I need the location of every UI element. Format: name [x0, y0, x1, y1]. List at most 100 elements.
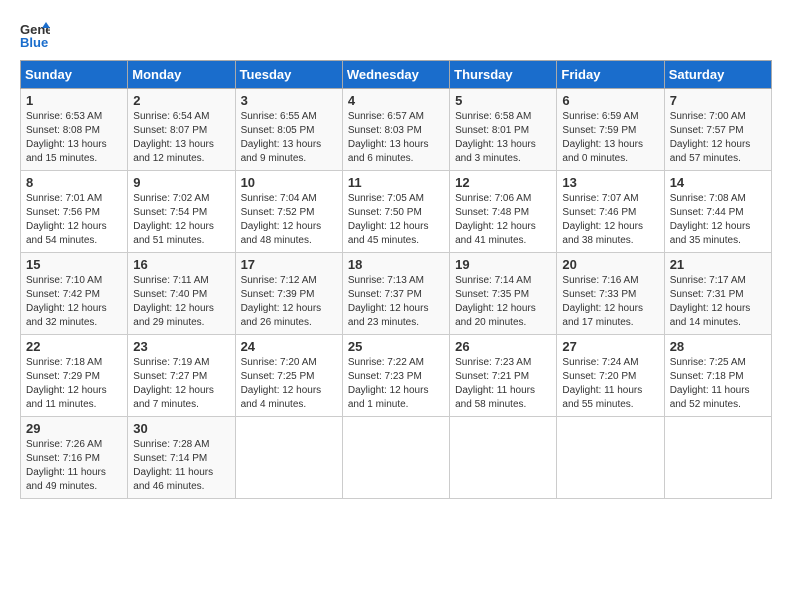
day-of-week-header: Saturday — [664, 61, 771, 89]
calendar-week-row: 29 Sunrise: 7:26 AM Sunset: 7:16 PM Dayli… — [21, 417, 772, 499]
day-info: Sunrise: 7:14 AM Sunset: 7:35 PM Dayligh… — [455, 274, 551, 330]
calendar-cell: 18 Sunrise: 7:13 AM Sunset: 7:37 PM Dayli… — [342, 253, 449, 335]
calendar-cell: 24Sunrise: 7:20 AM Sunset: 7:25 PM Dayli… — [235, 335, 342, 417]
day-number: 11 — [348, 175, 444, 190]
calendar-cell — [664, 417, 771, 499]
day-number: 22 — [26, 339, 122, 354]
calendar-cell: 4 Sunrise: 6:57 AM Sunset: 8:03 PM Daylig… — [342, 89, 449, 171]
day-info: Sunrise: 7:08 AM Sunset: 7:44 PM Dayligh… — [670, 192, 766, 248]
day-info: Sunrise: 7:05 AM Sunset: 7:50 PM Dayligh… — [348, 192, 444, 248]
day-info: Sunrise: 7:16 AM Sunset: 7:33 PM Dayligh… — [562, 274, 658, 330]
day-number: 3 — [241, 93, 337, 108]
day-number: 4 — [348, 93, 444, 108]
day-of-week-header: Friday — [557, 61, 664, 89]
day-info: Sunrise: 6:54 AM Sunset: 8:07 PM Dayligh… — [133, 110, 229, 166]
svg-text:Blue: Blue — [20, 35, 48, 50]
day-number: 29 — [26, 421, 122, 436]
calendar-cell: 20Sunrise: 7:16 AM Sunset: 7:33 PM Dayli… — [557, 253, 664, 335]
calendar-week-row: 8 Sunrise: 7:01 AM Sunset: 7:56 PM Daylig… — [21, 171, 772, 253]
day-number: 5 — [455, 93, 551, 108]
calendar-cell: 10 Sunrise: 7:04 AM Sunset: 7:52 PM Dayli… — [235, 171, 342, 253]
day-info: Sunrise: 7:13 AM Sunset: 7:37 PM Dayligh… — [348, 274, 444, 330]
calendar-cell: 21Sunrise: 7:17 AM Sunset: 7:31 PM Dayli… — [664, 253, 771, 335]
calendar-week-row: 15 Sunrise: 7:10 AM Sunset: 7:42 PM Dayli… — [21, 253, 772, 335]
calendar-week-row: 22Sunrise: 7:18 AM Sunset: 7:29 PM Dayli… — [21, 335, 772, 417]
day-info: Sunrise: 7:07 AM Sunset: 7:46 PM Dayligh… — [562, 192, 658, 248]
day-info: Sunrise: 7:04 AM Sunset: 7:52 PM Dayligh… — [241, 192, 337, 248]
day-number: 16 — [133, 257, 229, 272]
day-info: Sunrise: 7:17 AM Sunset: 7:31 PM Dayligh… — [670, 274, 766, 330]
calendar-cell — [235, 417, 342, 499]
day-number: 14 — [670, 175, 766, 190]
calendar-cell: 16 Sunrise: 7:11 AM Sunset: 7:40 PM Dayli… — [128, 253, 235, 335]
day-number: 2 — [133, 93, 229, 108]
calendar-cell: 29 Sunrise: 7:26 AM Sunset: 7:16 PM Dayli… — [21, 417, 128, 499]
calendar-cell: 3 Sunrise: 6:55 AM Sunset: 8:05 PM Daylig… — [235, 89, 342, 171]
logo-icon: General Blue — [20, 20, 50, 50]
day-number: 8 — [26, 175, 122, 190]
calendar-cell — [450, 417, 557, 499]
day-number: 27 — [562, 339, 658, 354]
calendar-week-row: 1 Sunrise: 6:53 AM Sunset: 8:08 PM Daylig… — [21, 89, 772, 171]
day-info: Sunrise: 6:55 AM Sunset: 8:05 PM Dayligh… — [241, 110, 337, 166]
day-number: 15 — [26, 257, 122, 272]
calendar-cell: 30 Sunrise: 7:28 AM Sunset: 7:14 PM Dayli… — [128, 417, 235, 499]
calendar-cell — [342, 417, 449, 499]
header: General Blue — [20, 20, 772, 50]
day-of-week-header: Sunday — [21, 61, 128, 89]
logo: General Blue — [20, 20, 54, 50]
day-info: Sunrise: 7:12 AM Sunset: 7:39 PM Dayligh… — [241, 274, 337, 330]
calendar-cell: 14 Sunrise: 7:08 AM Sunset: 7:44 PM Dayli… — [664, 171, 771, 253]
day-info: Sunrise: 7:26 AM Sunset: 7:16 PM Dayligh… — [26, 438, 122, 494]
day-info: Sunrise: 7:10 AM Sunset: 7:42 PM Dayligh… — [26, 274, 122, 330]
day-number: 25 — [348, 339, 444, 354]
day-info: Sunrise: 7:25 AM Sunset: 7:18 PM Dayligh… — [670, 356, 766, 412]
day-info: Sunrise: 7:00 AM Sunset: 7:57 PM Dayligh… — [670, 110, 766, 166]
day-of-week-header: Tuesday — [235, 61, 342, 89]
day-number: 6 — [562, 93, 658, 108]
calendar-cell: 27 Sunrise: 7:24 AM Sunset: 7:20 PM Dayli… — [557, 335, 664, 417]
day-of-week-header: Monday — [128, 61, 235, 89]
day-of-week-header: Thursday — [450, 61, 557, 89]
calendar-table: SundayMondayTuesdayWednesdayThursdayFrid… — [20, 60, 772, 499]
calendar-cell: 12Sunrise: 7:06 AM Sunset: 7:48 PM Dayli… — [450, 171, 557, 253]
calendar-cell: 25 Sunrise: 7:22 AM Sunset: 7:23 PM Dayli… — [342, 335, 449, 417]
calendar-cell: 15 Sunrise: 7:10 AM Sunset: 7:42 PM Dayli… — [21, 253, 128, 335]
day-of-week-header: Wednesday — [342, 61, 449, 89]
calendar-cell: 28 Sunrise: 7:25 AM Sunset: 7:18 PM Dayli… — [664, 335, 771, 417]
day-info: Sunrise: 7:06 AM Sunset: 7:48 PM Dayligh… — [455, 192, 551, 248]
day-number: 19 — [455, 257, 551, 272]
calendar-cell: 26Sunrise: 7:23 AM Sunset: 7:21 PM Dayli… — [450, 335, 557, 417]
day-number: 10 — [241, 175, 337, 190]
calendar-cell: 6 Sunrise: 6:59 AM Sunset: 7:59 PM Daylig… — [557, 89, 664, 171]
day-number: 9 — [133, 175, 229, 190]
day-info: Sunrise: 7:24 AM Sunset: 7:20 PM Dayligh… — [562, 356, 658, 412]
calendar-cell: 23 Sunrise: 7:19 AM Sunset: 7:27 PM Dayli… — [128, 335, 235, 417]
calendar-body: 1 Sunrise: 6:53 AM Sunset: 8:08 PM Daylig… — [21, 89, 772, 499]
day-number: 1 — [26, 93, 122, 108]
calendar-cell: 9 Sunrise: 7:02 AM Sunset: 7:54 PM Daylig… — [128, 171, 235, 253]
day-info: Sunrise: 6:53 AM Sunset: 8:08 PM Dayligh… — [26, 110, 122, 166]
calendar-cell: 8 Sunrise: 7:01 AM Sunset: 7:56 PM Daylig… — [21, 171, 128, 253]
day-info: Sunrise: 7:19 AM Sunset: 7:27 PM Dayligh… — [133, 356, 229, 412]
day-of-week-row: SundayMondayTuesdayWednesdayThursdayFrid… — [21, 61, 772, 89]
day-number: 7 — [670, 93, 766, 108]
calendar-cell — [557, 417, 664, 499]
day-info: Sunrise: 7:02 AM Sunset: 7:54 PM Dayligh… — [133, 192, 229, 248]
day-number: 30 — [133, 421, 229, 436]
day-info: Sunrise: 7:11 AM Sunset: 7:40 PM Dayligh… — [133, 274, 229, 330]
day-number: 28 — [670, 339, 766, 354]
calendar-cell: 22Sunrise: 7:18 AM Sunset: 7:29 PM Dayli… — [21, 335, 128, 417]
day-number: 18 — [348, 257, 444, 272]
calendar-cell: 7 Sunrise: 7:00 AM Sunset: 7:57 PM Daylig… — [664, 89, 771, 171]
day-info: Sunrise: 7:01 AM Sunset: 7:56 PM Dayligh… — [26, 192, 122, 248]
day-info: Sunrise: 7:28 AM Sunset: 7:14 PM Dayligh… — [133, 438, 229, 494]
day-info: Sunrise: 6:59 AM Sunset: 7:59 PM Dayligh… — [562, 110, 658, 166]
day-info: Sunrise: 6:58 AM Sunset: 8:01 PM Dayligh… — [455, 110, 551, 166]
day-info: Sunrise: 7:22 AM Sunset: 7:23 PM Dayligh… — [348, 356, 444, 412]
calendar-cell: 11 Sunrise: 7:05 AM Sunset: 7:50 PM Dayli… — [342, 171, 449, 253]
day-info: Sunrise: 6:57 AM Sunset: 8:03 PM Dayligh… — [348, 110, 444, 166]
day-number: 24 — [241, 339, 337, 354]
calendar-cell: 1 Sunrise: 6:53 AM Sunset: 8:08 PM Daylig… — [21, 89, 128, 171]
day-number: 23 — [133, 339, 229, 354]
